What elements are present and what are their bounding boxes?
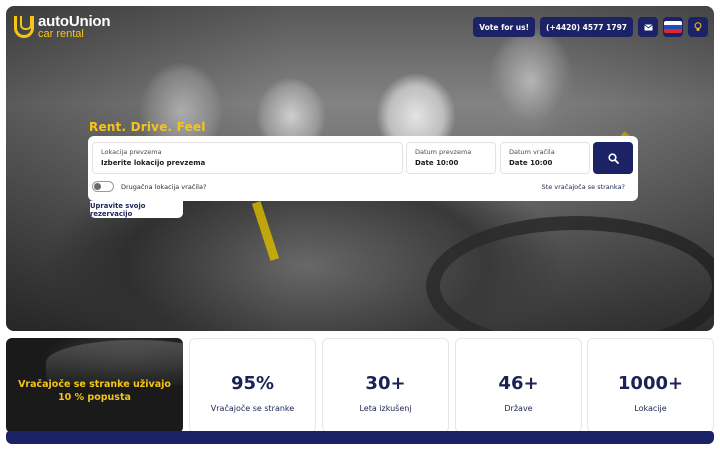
language-selector[interactable] xyxy=(663,17,683,37)
footer-strip xyxy=(6,431,714,444)
stat-value: 46+ xyxy=(498,373,539,394)
pickup-location-field[interactable]: Lokacija prevzema Izberite lokacijo prev… xyxy=(92,142,403,174)
logo-u-icon xyxy=(14,16,34,38)
stat-label: Lokacije xyxy=(634,404,667,413)
stat-card: 30+ Leta izkušenj xyxy=(322,338,449,433)
brand-logo[interactable]: autoUnion car rental xyxy=(14,13,111,40)
returning-customer-promo[interactable]: Vračajoče se stranke uživajo 10 % popust… xyxy=(6,338,183,433)
top-actions: Vote for us! (+4420) 4577 1797 xyxy=(473,17,708,37)
stat-label: Vračajoče se stranke xyxy=(210,404,295,413)
stat-value: 1000+ xyxy=(617,373,684,394)
mail-icon xyxy=(643,23,653,30)
mail-button[interactable] xyxy=(638,17,658,37)
stat-label: Države xyxy=(504,404,533,413)
pickup-date-label: Datum prevzema xyxy=(415,148,472,156)
search-button[interactable] xyxy=(593,142,633,174)
return-date-value: Date 10:00 xyxy=(509,159,553,167)
theme-toggle-button[interactable] xyxy=(688,17,708,37)
stat-label: Leta izkušenj xyxy=(359,404,412,413)
stat-value: 30+ xyxy=(365,373,406,394)
pickup-location-label: Lokacija prevzema xyxy=(101,148,162,156)
manage-booking-tab[interactable]: Upravite svojo rezervacijo xyxy=(90,201,183,218)
hero-slogan: Rent. Drive. Feel xyxy=(89,120,206,134)
different-return-label: Drugačna lokacija vračila? xyxy=(121,182,207,191)
pickup-location-value: Izberite lokacijo prevzema xyxy=(101,159,206,167)
different-return-toggle[interactable] xyxy=(92,181,114,192)
pickup-date-value: Date 10:00 xyxy=(415,159,459,167)
stat-card: 46+ Države xyxy=(455,338,582,433)
logo-name: autoUnion xyxy=(38,13,111,30)
return-date-field[interactable]: Datum vračila Date 10:00 xyxy=(500,142,590,174)
search-icon xyxy=(607,152,619,164)
returning-customer-link[interactable]: Ste vračajoča se stranka? xyxy=(542,183,625,191)
stat-card: 1000+ Lokacije xyxy=(587,338,714,433)
slovenia-flag-icon xyxy=(664,21,682,33)
logo-subtitle: car rental xyxy=(38,28,84,40)
phone-button[interactable]: (+4420) 4577 1797 xyxy=(540,17,633,37)
promo-text: Vračajoče se stranke uživajo 10 % popust… xyxy=(18,379,171,404)
different-return-toggle-row: Drugačna lokacija vračila? xyxy=(92,181,206,192)
stat-card: 95% Vračajoče se stranke xyxy=(189,338,316,433)
return-date-label: Datum vračila xyxy=(509,148,555,156)
pickup-date-field[interactable]: Datum prevzema Date 10:00 xyxy=(406,142,496,174)
stat-value: 95% xyxy=(230,373,275,394)
lightbulb-icon xyxy=(694,22,702,31)
vote-button[interactable]: Vote for us! xyxy=(473,17,536,37)
booking-search-form: Lokacija prevzema Izberite lokacijo prev… xyxy=(88,136,638,201)
